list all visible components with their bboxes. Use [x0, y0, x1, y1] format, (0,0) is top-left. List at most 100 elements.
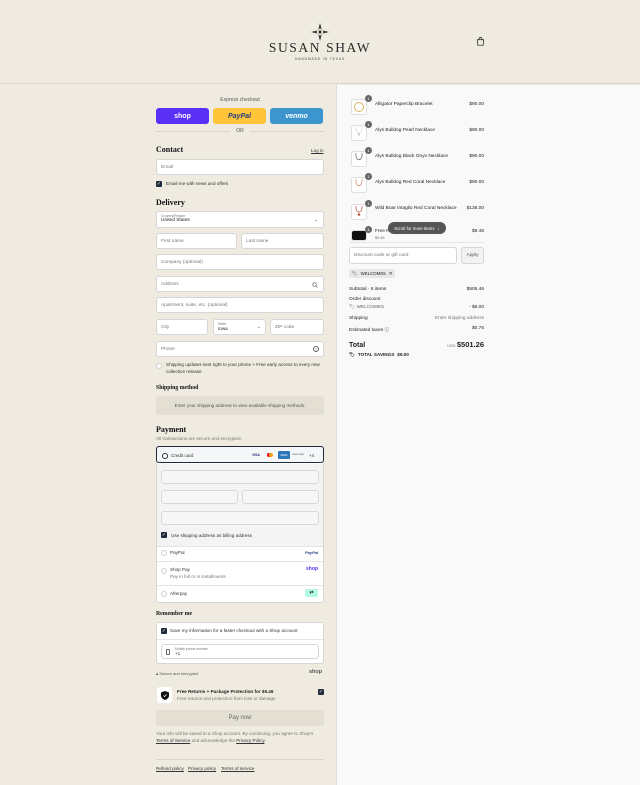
city-field[interactable]: City	[156, 319, 208, 335]
card-cvv-field[interactable]	[242, 490, 319, 504]
legal-period: .	[264, 737, 266, 743]
state-select[interactable]: State Iowa ⌄	[213, 319, 266, 335]
news-checkbox-label: Email me with news and offers	[166, 181, 229, 186]
bracelet-icon	[354, 102, 364, 112]
close-icon[interactable]: ✕	[389, 271, 393, 277]
shop-logo: shop	[309, 669, 323, 675]
payment-heading: Payment	[156, 425, 187, 434]
arrow-down-icon: ↓	[437, 225, 440, 231]
item-quantity-badge: 1	[365, 95, 372, 102]
shop-terms-link[interactable]: Terms of Service	[156, 738, 190, 743]
company-field[interactable]: Company (optional)	[156, 254, 324, 270]
protection-checkbox[interactable]: ✓	[318, 689, 324, 695]
paypal-button[interactable]: PayPal	[213, 108, 266, 124]
pay-now-label: Pay now	[228, 715, 252, 721]
credit-card-radio[interactable]	[162, 452, 168, 459]
discount-placeholder: Discount code or gift card	[354, 253, 409, 258]
phone-field[interactable]: Phone ?	[156, 341, 324, 357]
bag-icon[interactable]	[476, 37, 485, 46]
shipping-notice-text: Enter your shipping address to view avai…	[174, 403, 306, 408]
item-name: Alligator Paperclip Bracelet	[375, 102, 433, 107]
shop-privacy-link[interactable]: Privacy Policy	[236, 738, 264, 743]
login-link[interactable]: Log in	[311, 148, 324, 153]
mobile-phone-icon	[166, 649, 170, 655]
shop-pay-logo: shop	[306, 566, 318, 572]
brand-name[interactable]: SUSAN SHAW	[0, 40, 640, 56]
divider	[349, 242, 484, 243]
scroll-more-items-button[interactable]: Scroll for more items ↓	[388, 222, 446, 234]
item-price: $90.00	[469, 102, 484, 107]
afterpay-option-label[interactable]: Afterpay	[170, 591, 187, 596]
shop-pay-radio[interactable]	[161, 568, 167, 574]
or-divider-label: OR	[230, 128, 250, 134]
paypal-option-label[interactable]: PayPal	[170, 550, 185, 555]
card-expiry-field[interactable]	[161, 490, 238, 504]
billing-same-checkbox[interactable]: ✓	[161, 532, 167, 538]
paypal-logo: PayPal	[228, 112, 251, 120]
legal-text: Your info will be saved to a Shop accoun…	[156, 731, 324, 744]
sms-updates-checkbox[interactable]	[156, 363, 162, 369]
discount-code-field[interactable]: Discount code or gift card	[349, 247, 457, 264]
apply-label: Apply	[466, 253, 479, 258]
taxes-value: $0.76	[471, 326, 484, 331]
taxes-label-wrap: Estimated taxes ⓘ	[349, 326, 389, 333]
paypal-radio[interactable]	[161, 550, 167, 556]
card-number-field[interactable]	[161, 470, 319, 484]
divider	[157, 585, 323, 586]
chevron-down-icon: ⌄	[313, 217, 318, 223]
payment-subtitle: All transactions are secure and encrypte…	[156, 436, 242, 441]
credit-card-option[interactable]: Credit card VISA AMEX DISCOVER +4	[156, 446, 324, 463]
contact-heading: Contact	[156, 145, 184, 154]
remember-me-heading: Remember me	[156, 611, 193, 617]
phone-placeholder: Phone	[161, 346, 175, 352]
protection-title: Free Returns + Package Protection for $9…	[177, 689, 274, 694]
order-discount-label: Order discount	[349, 297, 381, 302]
item-quantity-badge: 1	[365, 173, 372, 180]
shop-pay-subtitle: Pay in full or in installments	[170, 574, 226, 579]
mobile-phone-field[interactable]: Mobile phone number +1	[161, 644, 319, 659]
discount-value: - $5.00	[469, 305, 484, 310]
pay-now-button[interactable]: Pay now	[156, 710, 324, 726]
item-quantity-badge: 1	[365, 121, 372, 128]
necklace-icon	[355, 152, 363, 161]
afterpay-icon: ⇄	[305, 589, 318, 597]
apply-button[interactable]: Apply	[461, 247, 484, 264]
card-name-field[interactable]	[161, 511, 319, 525]
terms-of-service-link[interactable]: Terms of service	[221, 766, 254, 771]
venmo-button[interactable]: venmo	[270, 108, 323, 124]
country-select[interactable]: Country/Region United States ⌄	[156, 211, 324, 228]
refund-policy-link[interactable]: Refund policy	[156, 766, 184, 771]
billing-same-label: Use shipping address as billing address	[171, 532, 252, 538]
order-summary-panel	[336, 85, 640, 785]
necklace-icon	[355, 126, 363, 136]
divider	[157, 546, 323, 547]
news-checkbox[interactable]: ✓	[156, 181, 162, 187]
help-icon[interactable]: ?	[313, 346, 319, 352]
afterpay-radio[interactable]	[161, 591, 167, 597]
site-header: SUSAN SHAW HANDMADE IN TEXAS	[0, 0, 640, 84]
help-icon[interactable]: ⓘ	[384, 328, 389, 333]
discover-icon: DISCOVER	[292, 454, 304, 456]
tag-icon: 🏷︎	[352, 270, 358, 276]
first-name-field[interactable]: First name	[156, 233, 237, 249]
address-field[interactable]: Address	[156, 276, 324, 292]
save-info-checkbox[interactable]: ✓	[161, 628, 167, 634]
zip-field[interactable]: ZIP code	[270, 319, 324, 335]
apartment-field[interactable]: Apartment, suite, etc. (optional)	[156, 297, 324, 313]
scroll-hint-label: Scroll for more items	[394, 225, 435, 231]
shop-pay-option-label[interactable]: Shop Pay	[170, 567, 190, 572]
shop-pay-button[interactable]: shop	[156, 108, 209, 124]
privacy-policy-link[interactable]: Privacy policy	[188, 766, 216, 771]
last-name-field[interactable]: Last name	[241, 233, 324, 249]
email-field[interactable]: Email	[156, 159, 324, 175]
taxes-label: Estimated taxes	[349, 328, 384, 333]
brand-logo-icon[interactable]	[311, 23, 329, 41]
item-thumbnail	[351, 151, 367, 167]
subtotal-value: $505.46	[466, 287, 484, 292]
zip-placeholder: ZIP code	[275, 324, 295, 330]
item-price: $9.46	[471, 229, 484, 234]
mobile-phone-value: +1	[175, 651, 181, 656]
item-price: $90.00	[469, 154, 484, 159]
item-thumbnail	[351, 99, 367, 115]
legal-text-1: Your info will be saved to a Shop accoun…	[156, 731, 314, 736]
